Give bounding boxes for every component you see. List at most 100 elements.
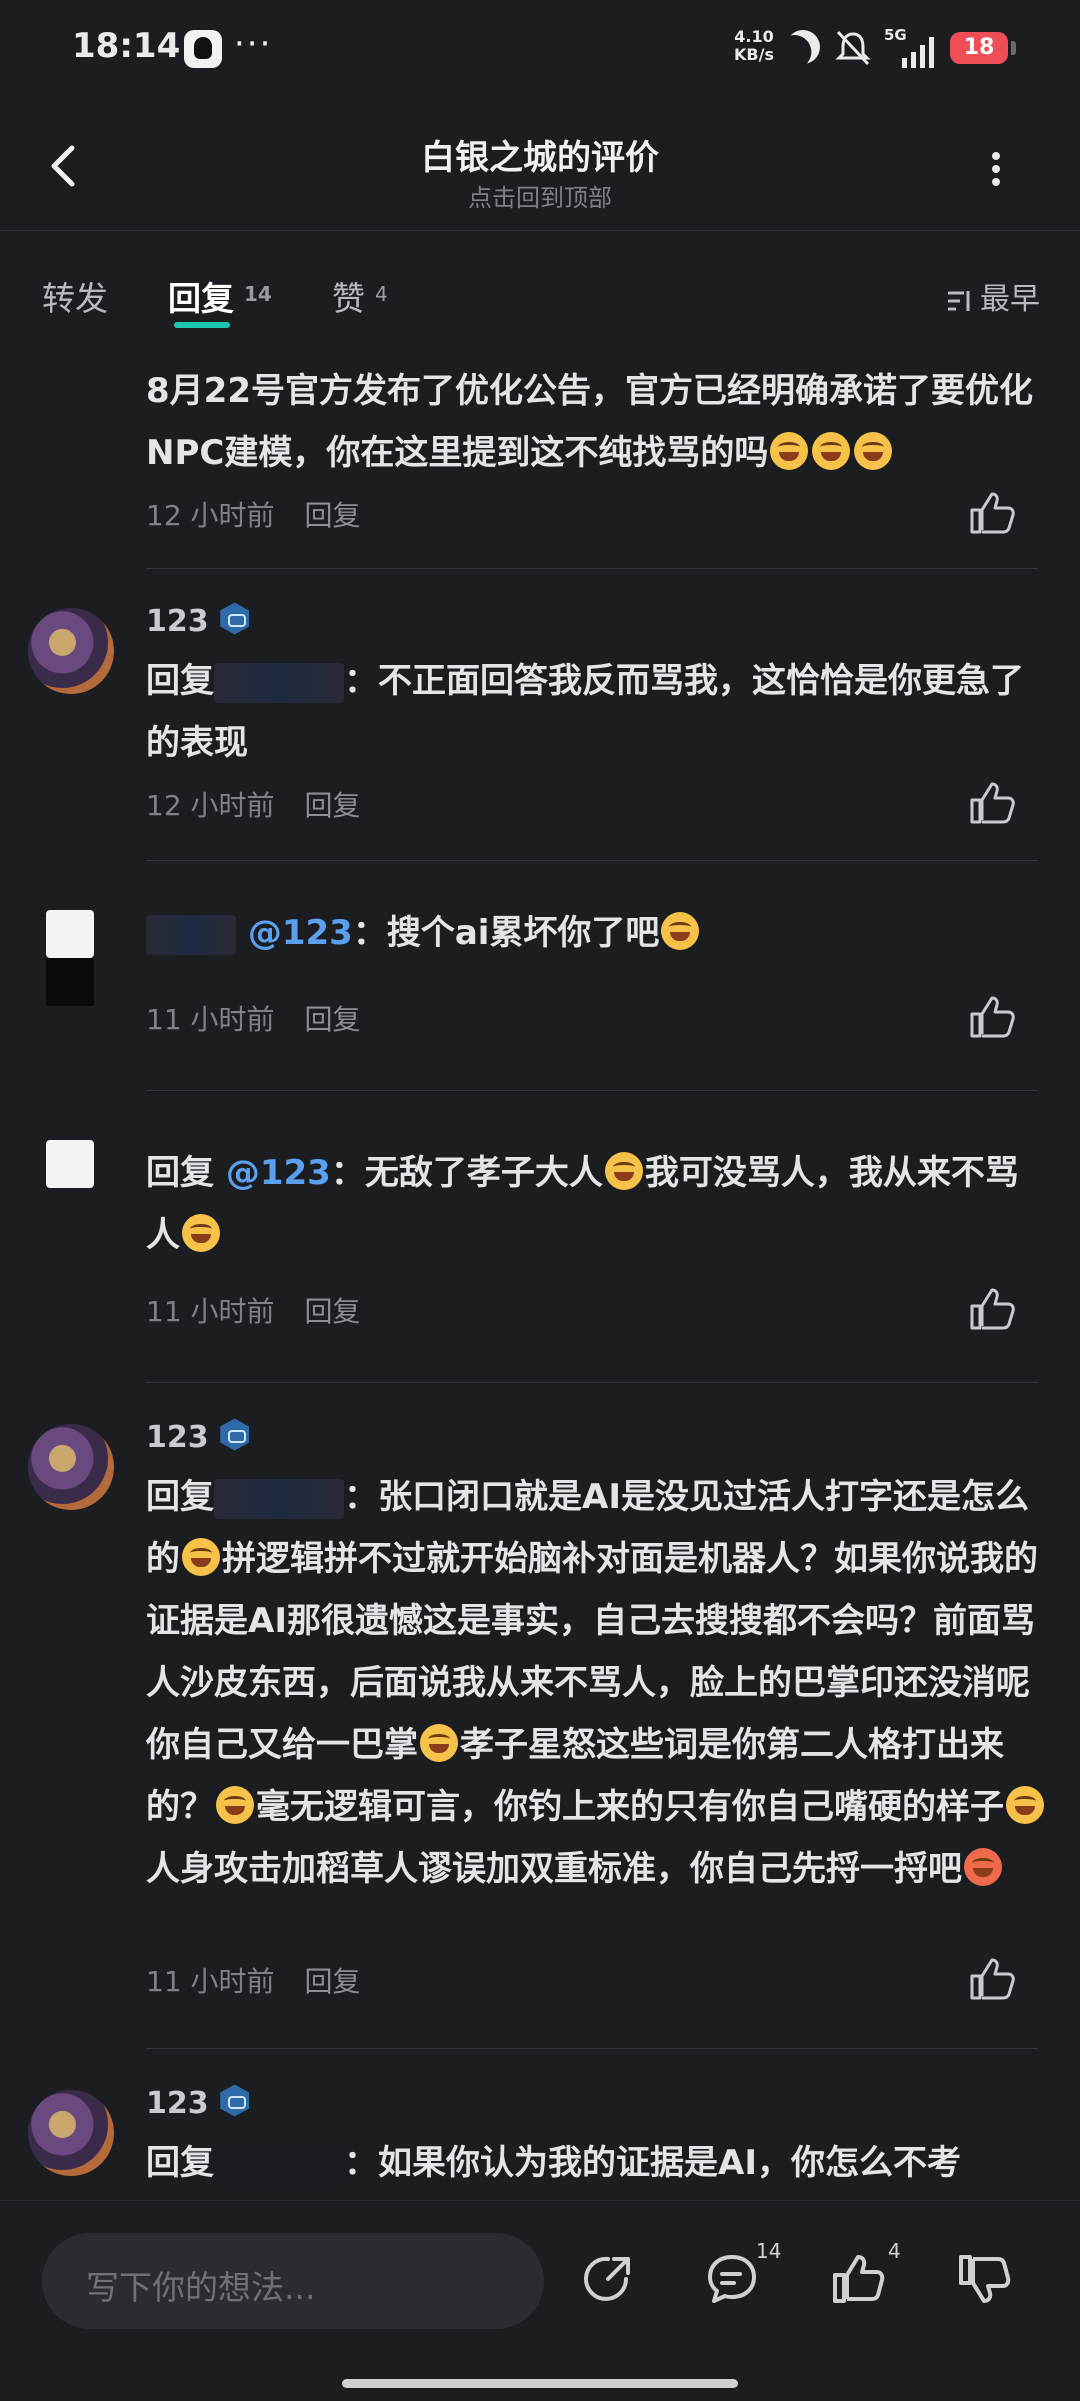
comment-time: 11 小时前 — [146, 1003, 275, 1036]
status-time: 18:14 — [72, 26, 181, 66]
laugh-cry-emoji — [770, 431, 809, 470]
gamepad-badge-icon — [220, 2084, 250, 2117]
comment-meta: 11 小时前 回复 — [146, 1290, 361, 1330]
avatar[interactable] — [28, 608, 114, 694]
bottom-action-bar: 写下你的想法... 14 4 — [0, 2200, 1080, 2401]
laugh-cry-emoji — [420, 1723, 458, 1762]
tab-replies[interactable]: 回复 14 — [168, 272, 272, 328]
reply-link[interactable]: 回复 — [305, 1003, 361, 1036]
thumbs-up-icon[interactable] — [830, 2251, 886, 2307]
blurred-username — [214, 2144, 344, 2185]
comment-author[interactable]: 123 — [146, 2084, 251, 2121]
reply-prefix: 回复 — [146, 1477, 214, 1517]
tab-repost[interactable]: 转发 — [42, 272, 108, 320]
laugh-cry-emoji — [604, 1151, 643, 1190]
comment-icon[interactable] — [704, 2251, 760, 2307]
sort-icon — [948, 290, 970, 311]
share-icon[interactable] — [580, 2251, 636, 2307]
avatar[interactable] — [28, 1424, 114, 1510]
comment-author[interactable]: 123 — [146, 1418, 251, 1455]
tab-replies-count: 14 — [244, 282, 272, 306]
author-name: 123 — [146, 2086, 209, 2121]
mute-bell-icon — [835, 30, 871, 66]
thumbs-down-icon[interactable] — [956, 2251, 1012, 2307]
sort-label: 最早 — [980, 282, 1040, 317]
reply-prefix: 回复 — [146, 1153, 214, 1193]
signal-icon — [902, 37, 934, 68]
reply-link[interactable]: 回复 — [305, 789, 361, 822]
reply-link[interactable]: 回复 — [305, 499, 361, 532]
thumbs-up-icon[interactable] — [968, 994, 1016, 1038]
tab-replies-label: 回复 — [168, 279, 234, 318]
home-indicator[interactable] — [342, 2379, 738, 2388]
comment-meta: 11 小时前 回复 — [146, 1960, 361, 2000]
comment-divider — [146, 860, 1038, 861]
reply-link[interactable]: 回复 — [305, 1965, 361, 1998]
comment-text: 回复 @123：无敌了孝子大人 我可没骂人，我从来不骂人 — [146, 1142, 1046, 1266]
laugh-cry-emoji — [812, 431, 851, 470]
thumbs-up-icon[interactable] — [968, 1286, 1016, 1330]
comment-body: ：搜个ai累坏你了吧 — [352, 913, 660, 953]
tab-likes-label: 赞 — [332, 279, 365, 318]
laugh-cry-emoji — [854, 431, 893, 470]
like-count: 4 — [888, 2239, 901, 2263]
laugh-cry-emoji — [216, 1785, 254, 1824]
comment-body: ：无敌了孝子大人 — [330, 1153, 603, 1193]
comment-feed[interactable]: 8月22号官方发布了优化公告，官方已经明确承诺了要优化NPC建模，你在这里提到这… — [0, 342, 1080, 2202]
avatar-blurred-part — [46, 958, 94, 1006]
author-name: 123 — [146, 1420, 209, 1455]
comment-text: 回复 ：张口闭口就是AI是没见过活人打字还是怎么的 拼逻辑拼不过就开始脑补对面是机器… — [146, 1466, 1046, 1900]
avatar[interactable] — [46, 910, 94, 958]
comment-input[interactable]: 写下你的想法... — [42, 2233, 544, 2329]
thumbs-up-icon[interactable] — [968, 490, 1016, 534]
laugh-cry-emoji — [1006, 1785, 1044, 1824]
status-bar: 18:14 ··· 4.10 KB/s 5G 18 — [0, 0, 1080, 100]
comment-time: 11 小时前 — [146, 1295, 275, 1328]
gamepad-badge-icon — [220, 602, 250, 635]
network-speed-value: 4.10 — [734, 27, 774, 46]
more-notifications-indicator: ··· — [234, 24, 273, 64]
reply-prefix: 回复 — [146, 2143, 214, 2183]
blurred-username — [214, 1478, 344, 1519]
comment-divider — [146, 1382, 1038, 1383]
comment-count: 14 — [756, 2239, 782, 2263]
page-header: 白银之城的评价 点击回到顶部 — [0, 100, 1080, 231]
comment-meta: 11 小时前 回复 — [146, 998, 361, 1038]
scroll-to-top-hint[interactable]: 点击回到顶部 — [0, 178, 1080, 213]
laugh-cry-emoji — [182, 1213, 220, 1252]
laugh-cry-emoji — [182, 1537, 220, 1576]
mention-link[interactable]: @123 — [226, 1153, 331, 1193]
laugh-cry-emoji — [661, 911, 700, 950]
avatar[interactable] — [28, 2090, 114, 2176]
tab-likes-count: 4 — [375, 282, 388, 306]
active-tab-indicator — [174, 322, 230, 328]
avatar[interactable] — [46, 1140, 94, 1188]
comment-divider — [146, 568, 1038, 569]
battery-icon: 18 — [950, 32, 1016, 64]
comment-text: 回复 ：不正面回答我反而骂我，这恰恰是你更急了的表现 — [146, 650, 1046, 774]
page-title[interactable]: 白银之城的评价 — [0, 130, 1080, 179]
thumbs-up-icon[interactable] — [968, 780, 1016, 824]
more-options-icon[interactable] — [990, 152, 1002, 186]
tab-repost-label: 转发 — [42, 279, 108, 318]
comment-body-continued: 人身攻击加稻草人谬误加双重标准，你自己先捋一捋吧 — [146, 1849, 962, 1889]
tab-bar: 转发 回复 14 赞4 最早 — [0, 232, 1080, 342]
comment-body: 8月22号官方发布了优化公告，官方已经明确承诺了要优化NPC建模，你在这里提到这… — [146, 371, 1033, 473]
comment-time: 11 小时前 — [146, 1965, 275, 1998]
comment-divider — [146, 1090, 1038, 1091]
comment-text: @123：搜个ai累坏你了吧 — [146, 902, 1046, 964]
mention-link[interactable]: @123 — [248, 913, 353, 953]
comment-body-continued: 毫无逻辑可言，你钓上来的只有你自己嘴硬的样子 — [256, 1787, 1004, 1827]
tab-likes[interactable]: 赞4 — [332, 272, 388, 320]
comment-meta: 12 小时前 回复 — [146, 494, 361, 534]
comment-body: ：如果你认为我的证据是AI，你怎么不考 — [344, 2143, 961, 2183]
qq-notification-icon — [184, 30, 222, 68]
blurred-username — [214, 662, 344, 703]
comment-author[interactable]: 123 — [146, 602, 251, 639]
comment-meta: 12 小时前 回复 — [146, 784, 361, 824]
thumbs-up-icon[interactable] — [968, 1956, 1016, 2000]
sort-button[interactable]: 最早 — [946, 274, 1040, 318]
do-not-disturb-icon — [780, 24, 826, 70]
reply-link[interactable]: 回复 — [305, 1295, 361, 1328]
author-name: 123 — [146, 604, 209, 639]
